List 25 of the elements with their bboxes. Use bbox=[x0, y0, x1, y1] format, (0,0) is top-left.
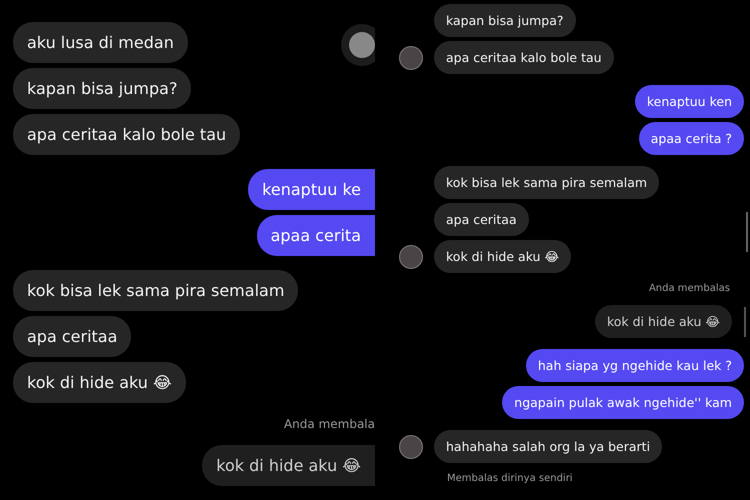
sent-message: ngapain pulak awak ngehide'' kam bbox=[502, 386, 744, 419]
touch-indicator bbox=[349, 32, 375, 58]
received-message: kok bisa lek sama pira semalam bbox=[434, 166, 660, 199]
received-message: apa ceritaa kalo bole tau bbox=[434, 41, 614, 74]
received-message: apa ceritaa bbox=[13, 316, 132, 357]
received-message: aku lusa di medan bbox=[13, 22, 188, 63]
scrollbar bbox=[746, 212, 748, 252]
sent-message: apaa cerita ? bbox=[638, 122, 744, 155]
received-message: kok di hide aku 😂 bbox=[434, 240, 572, 273]
sent-message: hah siapa yg ngehide kau lek ? bbox=[526, 349, 744, 382]
received-message: kapan bisa jumpa? bbox=[434, 4, 576, 37]
reply-label: Anda membalas bbox=[648, 283, 731, 294]
reply-label: Anda membala bbox=[284, 417, 375, 431]
received-message: hahahaha salah org la ya berarti bbox=[434, 430, 662, 463]
sent-message: kenaptuu ke bbox=[248, 169, 375, 210]
received-message: apa ceritaa bbox=[434, 203, 529, 236]
received-message: apa ceritaa kalo bole tau bbox=[13, 114, 240, 155]
received-message: kapan bisa jumpa? bbox=[13, 68, 192, 109]
sent-message: kenaptuu ken bbox=[634, 85, 744, 118]
quoted-message: kok di hide aku 😂 bbox=[202, 445, 375, 486]
received-message: kok di hide aku 😂 bbox=[13, 362, 186, 403]
quoted-message: kok di hide aku 😂 bbox=[594, 305, 732, 338]
sent-message: apaa cerita bbox=[256, 215, 375, 256]
reply-caption: Membalas dirinya sendiri bbox=[446, 473, 573, 484]
received-message: kok bisa lek sama pira semalam bbox=[13, 270, 298, 311]
